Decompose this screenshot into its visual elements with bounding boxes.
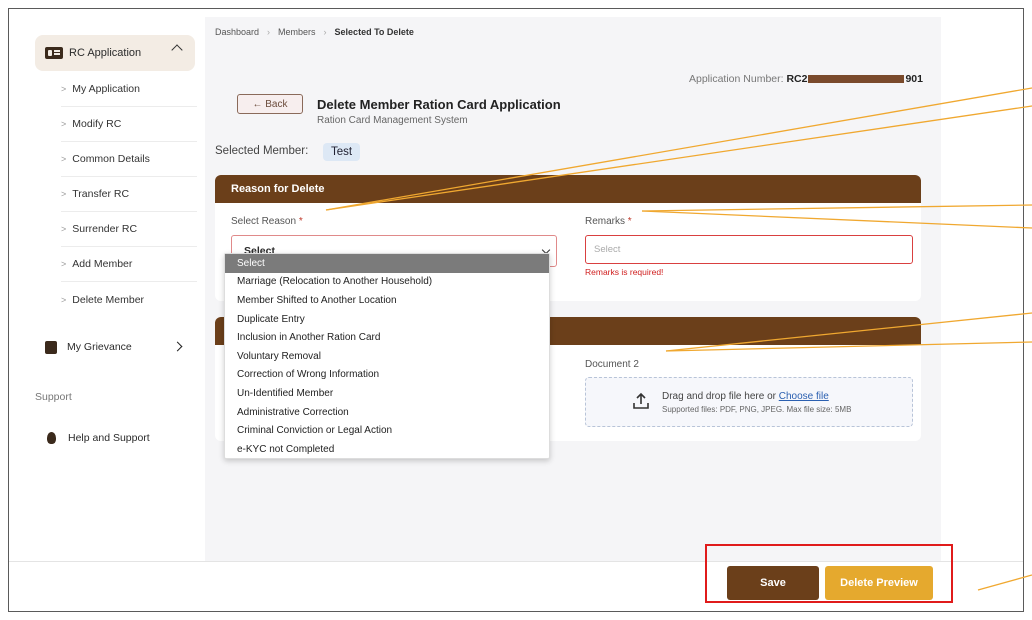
- chevron-right-icon: >: [61, 224, 67, 234]
- page-subtitle: Ration Card Management System: [317, 115, 468, 126]
- supported-files-note: Supported files: PDF, PNG, JPEG. Max fil…: [662, 405, 852, 414]
- document-2-label: Document 2: [585, 359, 639, 370]
- selected-member-chip: Test: [323, 143, 361, 161]
- sidebar-item-my-grievance[interactable]: My Grievance: [45, 337, 195, 357]
- help-bulb-icon: [47, 432, 56, 444]
- choose-file-link[interactable]: Choose file: [779, 391, 829, 402]
- dropdown-option[interactable]: Select: [225, 254, 549, 273]
- chevron-right-icon: >: [61, 189, 67, 199]
- sidebar: RC Application > My Application > Modify R…: [9, 9, 205, 561]
- dropdown-option[interactable]: Un-Identified Member: [225, 384, 549, 403]
- remarks-label: Remarks *: [585, 216, 632, 227]
- id-card-icon: [45, 47, 63, 59]
- grievance-icon: [45, 340, 57, 354]
- dropdown-option[interactable]: Inclusion in Another Ration Card: [225, 328, 549, 347]
- sidebar-item-modify-rc[interactable]: > Modify RC: [61, 107, 197, 142]
- dropdown-option[interactable]: Criminal Conviction or Legal Action: [225, 421, 549, 440]
- redacted-mask: [808, 75, 905, 84]
- chevron-right-icon: [172, 341, 183, 352]
- sidebar-item-transfer-rc[interactable]: > Transfer RC: [61, 177, 197, 212]
- chevron-right-icon: >: [61, 294, 67, 305]
- breadcrumb-current: Selected To Delete: [334, 27, 414, 37]
- dropdown-option[interactable]: Duplicate Entry: [225, 310, 549, 329]
- sidebar-item-surrender-rc[interactable]: > Surrender RC: [61, 212, 197, 247]
- remarks-error: Remarks is required!: [585, 267, 664, 277]
- support-heading: Support: [35, 391, 72, 403]
- sidebar-item-help-support[interactable]: Help and Support: [47, 432, 150, 444]
- reason-card-heading: Reason for Delete: [215, 175, 921, 203]
- document-2-dropzone[interactable]: Drag and drop file here or Choose file S…: [585, 377, 913, 427]
- sidebar-section-rc-application[interactable]: RC Application: [35, 35, 195, 71]
- sidebar-item-common-details[interactable]: > Common Details: [61, 142, 197, 177]
- sidebar-item-add-member[interactable]: > Add Member: [61, 247, 197, 282]
- chevron-up-icon: [171, 44, 183, 56]
- breadcrumb: Dashboard › Members › Selected To Delete: [215, 27, 414, 37]
- dropdown-option[interactable]: Correction of Wrong Information: [225, 366, 549, 385]
- application-number: Application Number: RC2 901: [688, 73, 923, 85]
- page-title: Delete Member Ration Card Application: [317, 97, 561, 112]
- sidebar-section-label: RC Application: [69, 47, 142, 59]
- sidebar-item-my-application[interactable]: > My Application: [61, 72, 197, 107]
- dropdown-option[interactable]: Voluntary Removal: [225, 347, 549, 366]
- selected-member-label: Selected Member:: [215, 145, 309, 157]
- dropdown-option[interactable]: Marriage (Relocation to Another Househol…: [225, 273, 549, 292]
- back-button[interactable]: ← Back: [237, 94, 303, 114]
- dropdown-option[interactable]: Member Shifted to Another Location: [225, 291, 549, 310]
- remarks-input[interactable]: Select: [585, 235, 913, 264]
- chevron-right-icon: >: [61, 119, 67, 129]
- reason-dropdown-list: Select Marriage (Relocation to Another H…: [224, 253, 550, 459]
- dropdown-option[interactable]: Administrative Correction: [225, 403, 549, 422]
- chevron-right-icon: >: [61, 84, 67, 94]
- breadcrumb-members[interactable]: Members: [278, 27, 316, 37]
- select-reason-label: Select Reason *: [231, 216, 303, 227]
- breadcrumb-dashboard[interactable]: Dashboard: [215, 27, 259, 37]
- dropdown-option[interactable]: e-KYC not Completed: [225, 440, 549, 459]
- delete-preview-button[interactable]: Delete Preview: [825, 566, 933, 600]
- sidebar-item-delete-member[interactable]: > Delete Member: [61, 282, 197, 317]
- save-button[interactable]: Save: [727, 566, 819, 600]
- chevron-right-icon: >: [61, 154, 67, 164]
- upload-icon: [633, 392, 649, 409]
- chevron-right-icon: >: [61, 259, 67, 269]
